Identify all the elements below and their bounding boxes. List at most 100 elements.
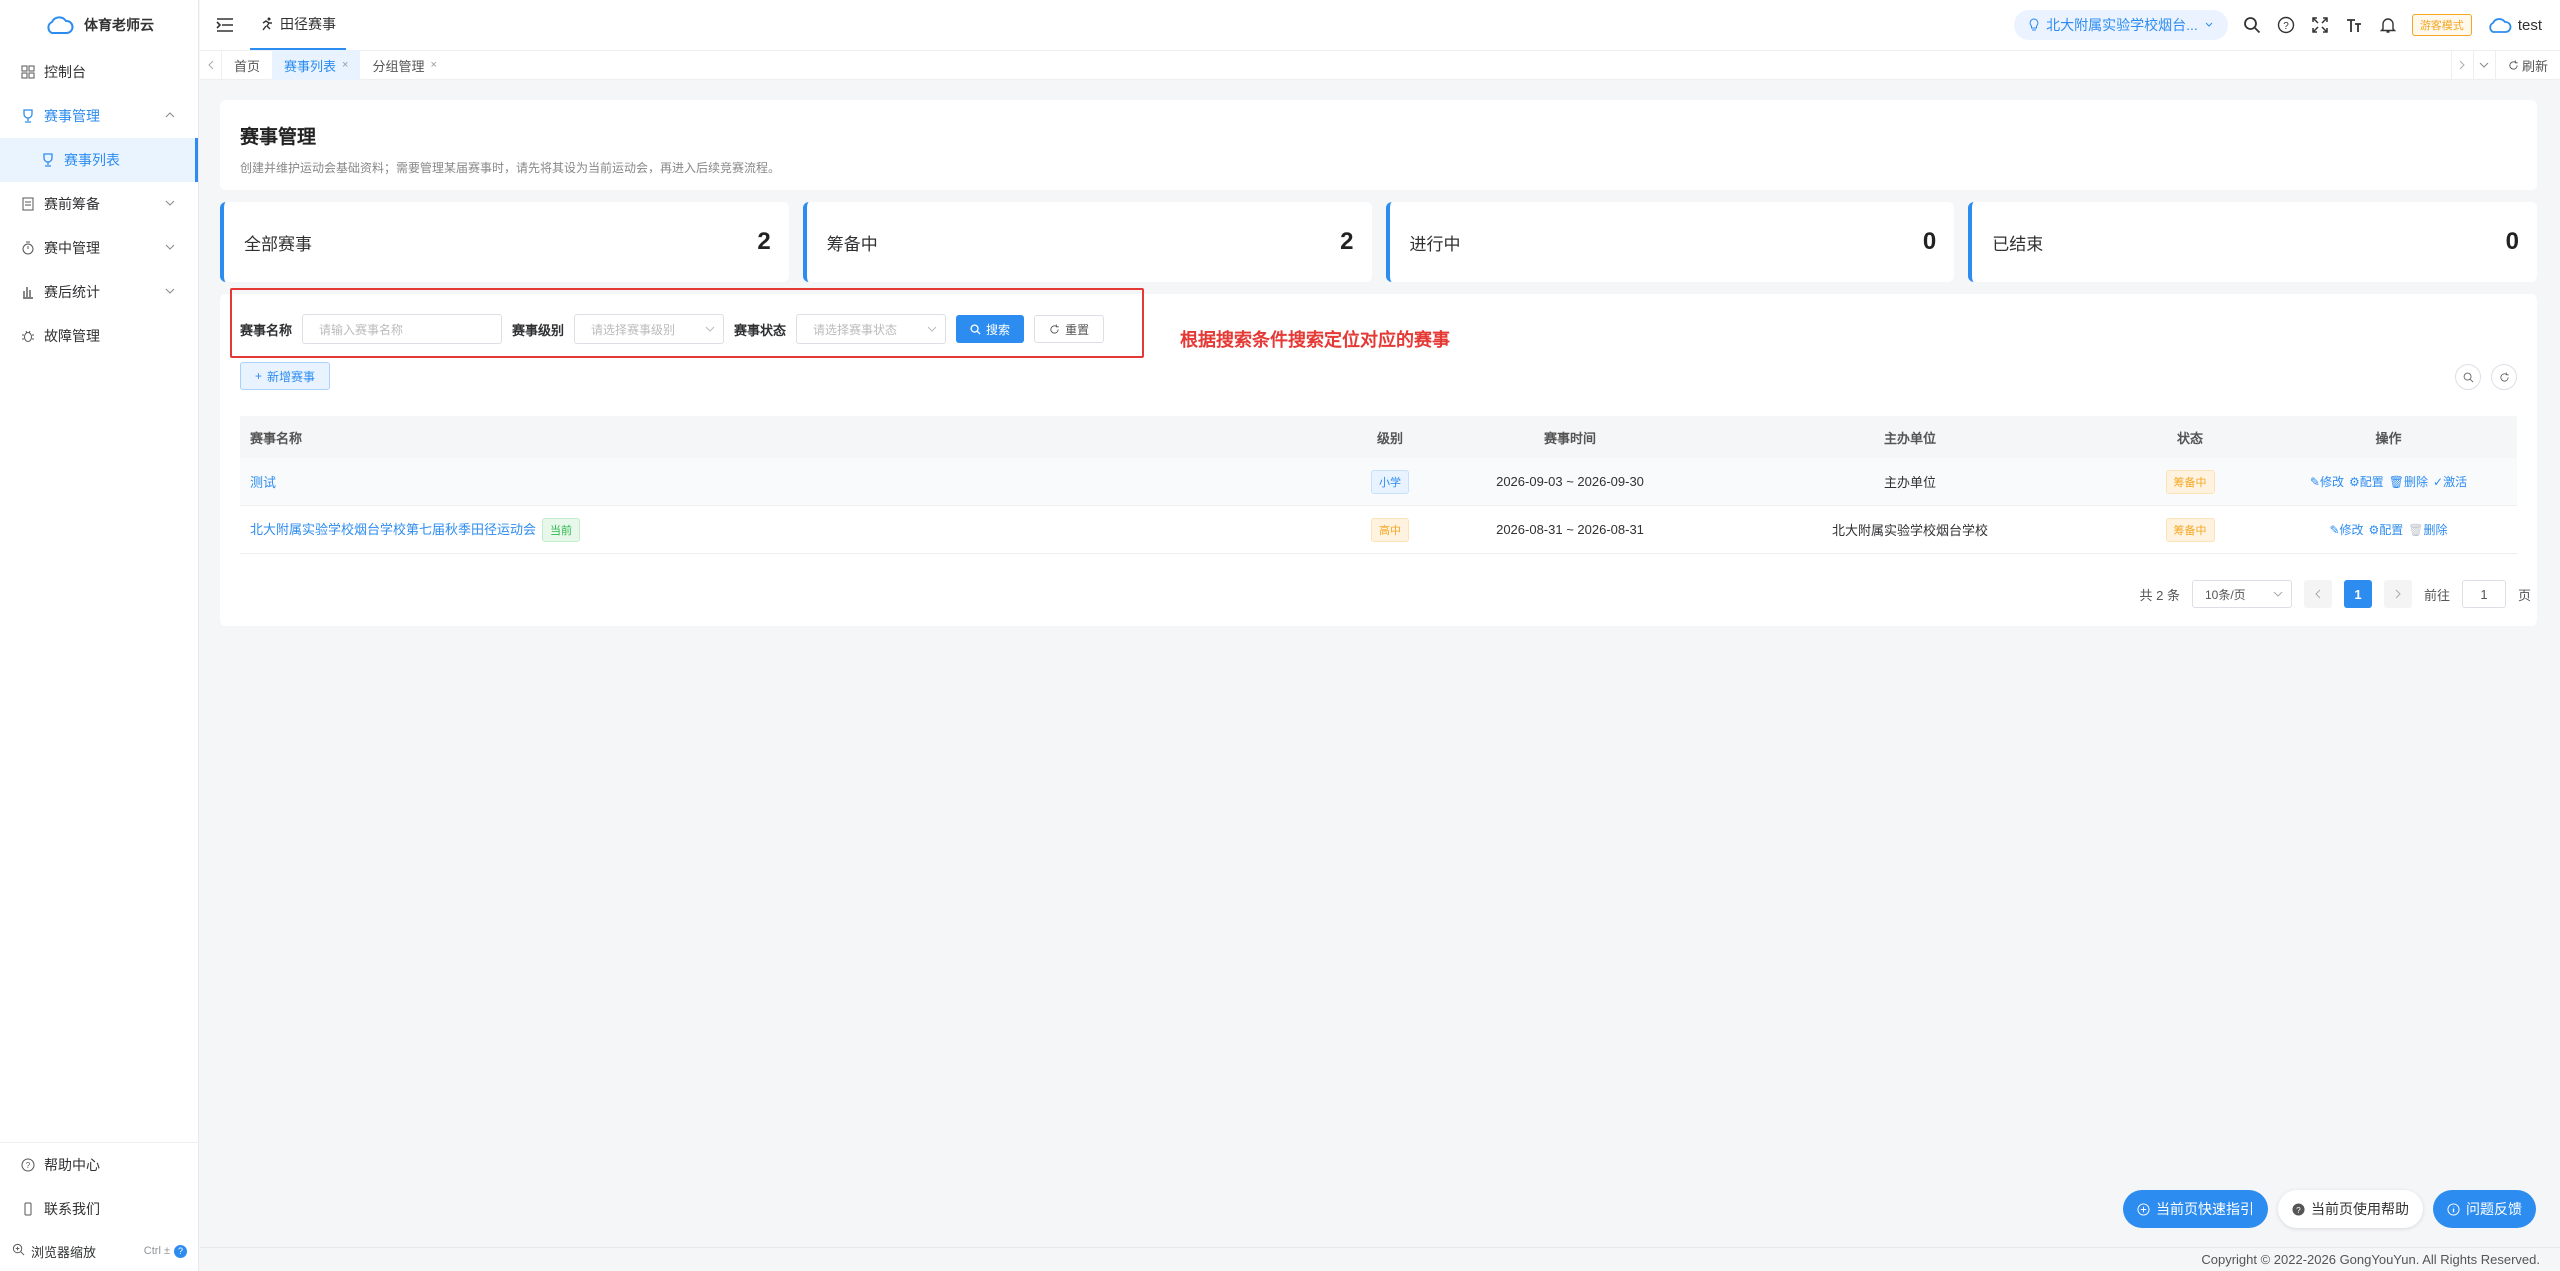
contact-us-link[interactable]: 联系我们 — [0, 1187, 199, 1231]
sidebar-item-event-management[interactable]: 赛事管理 — [0, 94, 198, 138]
page-number-button[interactable]: 1 — [2343, 580, 2372, 608]
goto-suffix: 页 — [2517, 587, 2531, 603]
bug-icon — [20, 328, 36, 344]
help-center-label: 帮助中心 — [44, 1157, 100, 1173]
edit-button[interactable]: ✎修改 — [2329, 521, 2363, 538]
zoom-icon — [12, 1243, 25, 1259]
chevron-up-icon — [164, 108, 178, 122]
status-cell: 筹备中 — [2120, 469, 2260, 494]
sidebar-item-label: 赛事管理 — [44, 108, 100, 124]
refresh-button[interactable]: 刷新 — [2494, 50, 2560, 80]
stat-in-progress: 进行中 0 — [1385, 202, 1955, 282]
goto-page-input[interactable]: 1 — [2461, 580, 2506, 608]
config-label: 配置 — [2359, 475, 2384, 489]
feedback-button[interactable]: 问题反馈 — [2433, 1190, 2536, 1228]
tabs-scroll-left-button[interactable] — [200, 50, 222, 80]
app-name: 体育老师云 — [84, 17, 154, 33]
sidebar-item-event-list[interactable]: 赛事列表 — [0, 138, 198, 182]
event-status-select[interactable]: 请选择赛事状态 — [796, 314, 947, 344]
prev-page-button[interactable] — [2303, 580, 2332, 608]
chevron-right-icon — [2460, 60, 2466, 70]
stat-finished: 已结束 0 — [1968, 202, 2537, 282]
sidebar-item-label: 赛后统计 — [44, 284, 100, 300]
refresh-label: 刷新 — [2521, 58, 2548, 74]
menu-toggle-button[interactable] — [200, 0, 250, 50]
school-selector[interactable]: 北大附属实验学校烟台... — [2014, 10, 2228, 40]
tab-home[interactable]: 首页 — [222, 50, 272, 80]
status-cell: 筹备中 — [2120, 517, 2260, 542]
username: test — [2517, 16, 2542, 34]
table-refresh-button[interactable] — [2491, 364, 2517, 390]
chevron-down-icon — [2480, 62, 2489, 68]
reset-button-label: 重置 — [1065, 322, 1090, 337]
search-toggle-button[interactable] — [2455, 364, 2481, 390]
tabs-bar: 首页 赛事列表 × 分组管理 × 刷新 — [200, 50, 2560, 80]
help-center-link[interactable]: ? 帮助中心 — [0, 1143, 199, 1187]
page-help-button[interactable]: ? 当前页使用帮助 — [2278, 1190, 2423, 1228]
ops-cell: ✎修改 ⚙配置 🗑删除 ✓激活 — [2260, 473, 2517, 490]
sidebar-item-pre-event[interactable]: 赛前筹备 — [0, 182, 198, 226]
cloud-logo-icon — [47, 16, 74, 34]
chevron-down-icon — [164, 240, 178, 254]
chevron-down-icon — [2205, 22, 2213, 27]
config-button[interactable]: ⚙配置 — [2369, 521, 2404, 538]
sidebar-item-post-event[interactable]: 赛后统计 — [0, 270, 198, 314]
bell-icon[interactable] — [2378, 15, 2398, 35]
total-count: 共 2 条 — [2139, 587, 2180, 603]
edit-label: 修改 — [2319, 475, 2344, 489]
sidebar-item-dashboard[interactable]: 控制台 — [0, 50, 198, 94]
bulb-icon — [2029, 18, 2039, 31]
event-level-placeholder: 请选择赛事级别 — [591, 322, 676, 337]
sidebar-item-label: 控制台 — [44, 64, 86, 80]
level-tag: 小学 — [1371, 469, 1409, 494]
main-content: 赛事管理 创建并维护运动会基础资料；需要管理某届赛事时，请先将其设为当前运动会，… — [220, 100, 2537, 626]
sidebar-item-label: 赛中管理 — [44, 240, 100, 256]
next-page-button[interactable] — [2383, 580, 2412, 608]
tabs-scroll-right-button[interactable] — [2450, 50, 2473, 80]
edit-label: 修改 — [2339, 523, 2364, 537]
search-filters: 赛事名称 请输入赛事名称 赛事级别 请选择赛事级别 赛事状态 请选择赛事状态 搜… — [240, 314, 1105, 344]
sidebar-item-fault[interactable]: 故障管理 — [0, 314, 198, 358]
question-icon[interactable]: ? — [174, 1244, 187, 1258]
chevron-down-icon — [705, 323, 715, 337]
config-button[interactable]: ⚙配置 — [2349, 473, 2384, 490]
add-event-button[interactable]: + 新增赛事 — [240, 362, 331, 390]
school-name: 北大附属实验学校烟台... — [2046, 17, 2198, 33]
font-size-icon[interactable] — [2344, 15, 2364, 35]
fullscreen-icon[interactable] — [2310, 15, 2330, 35]
browser-zoom[interactable]: 浏览器缩放 Ctrl ±? — [0, 1231, 199, 1271]
activate-button[interactable]: ✓激活 — [2433, 473, 2467, 490]
close-icon[interactable]: × — [430, 59, 436, 71]
help-icon[interactable]: ? — [2276, 15, 2296, 35]
ops-cell: ✎修改 ⚙配置 🗑删除 — [2260, 521, 2517, 538]
page-size-select[interactable]: 10条/页 — [2191, 580, 2292, 608]
annotation-text: 根据搜索条件搜索定位对应的赛事 — [1180, 330, 1450, 350]
sidebar-item-in-event[interactable]: 赛中管理 — [0, 226, 198, 270]
zoom-shortcut: Ctrl ±? — [144, 1244, 187, 1258]
user-menu[interactable]: test — [2486, 16, 2542, 34]
tab-event-list[interactable]: 赛事列表 × — [272, 50, 361, 80]
page-description: 创建并维护运动会基础资料；需要管理某届赛事时，请先将其设为当前运动会，再进入后续… — [240, 161, 781, 175]
plus-icon: + — [255, 369, 263, 383]
event-name-link[interactable]: 测试 — [250, 475, 276, 490]
copyright: Copyright © 2022-2026 GongYouYun. All Ri… — [2201, 1252, 2540, 1267]
edit-button[interactable]: ✎修改 — [2310, 473, 2344, 490]
event-level-select[interactable]: 请选择赛事级别 — [574, 314, 725, 344]
close-icon[interactable]: × — [342, 59, 348, 71]
search-button[interactable]: 搜索 — [956, 315, 1025, 343]
table-tools — [2455, 364, 2517, 390]
column-header: 级别 — [1376, 430, 1403, 446]
column-header: 操作 — [2375, 430, 2402, 446]
page-header-card: 赛事管理 创建并维护运动会基础资料；需要管理某届赛事时，请先将其设为当前运动会，… — [220, 100, 2537, 190]
search-icon[interactable] — [2242, 15, 2262, 35]
reset-button[interactable]: 重置 — [1034, 315, 1105, 343]
tab-group-management[interactable]: 分组管理 × — [360, 50, 448, 80]
delete-button[interactable]: 🗑删除 — [2389, 473, 2428, 490]
quick-guide-button[interactable]: 当前页快速指引 — [2123, 1190, 2268, 1228]
tabs-dropdown-button[interactable] — [2472, 50, 2495, 80]
event-name-input[interactable]: 请输入赛事名称 — [302, 314, 503, 344]
top-tab-athletics[interactable]: 田径赛事 — [250, 0, 346, 50]
pagination: 共 2 条 10条/页 1 前往 1 页 — [2139, 580, 2531, 608]
level-cell: 小学 — [1340, 469, 1440, 494]
event-name-link[interactable]: 北大附属实验学校烟台学校第七届秋季田径运动会 — [250, 522, 536, 537]
